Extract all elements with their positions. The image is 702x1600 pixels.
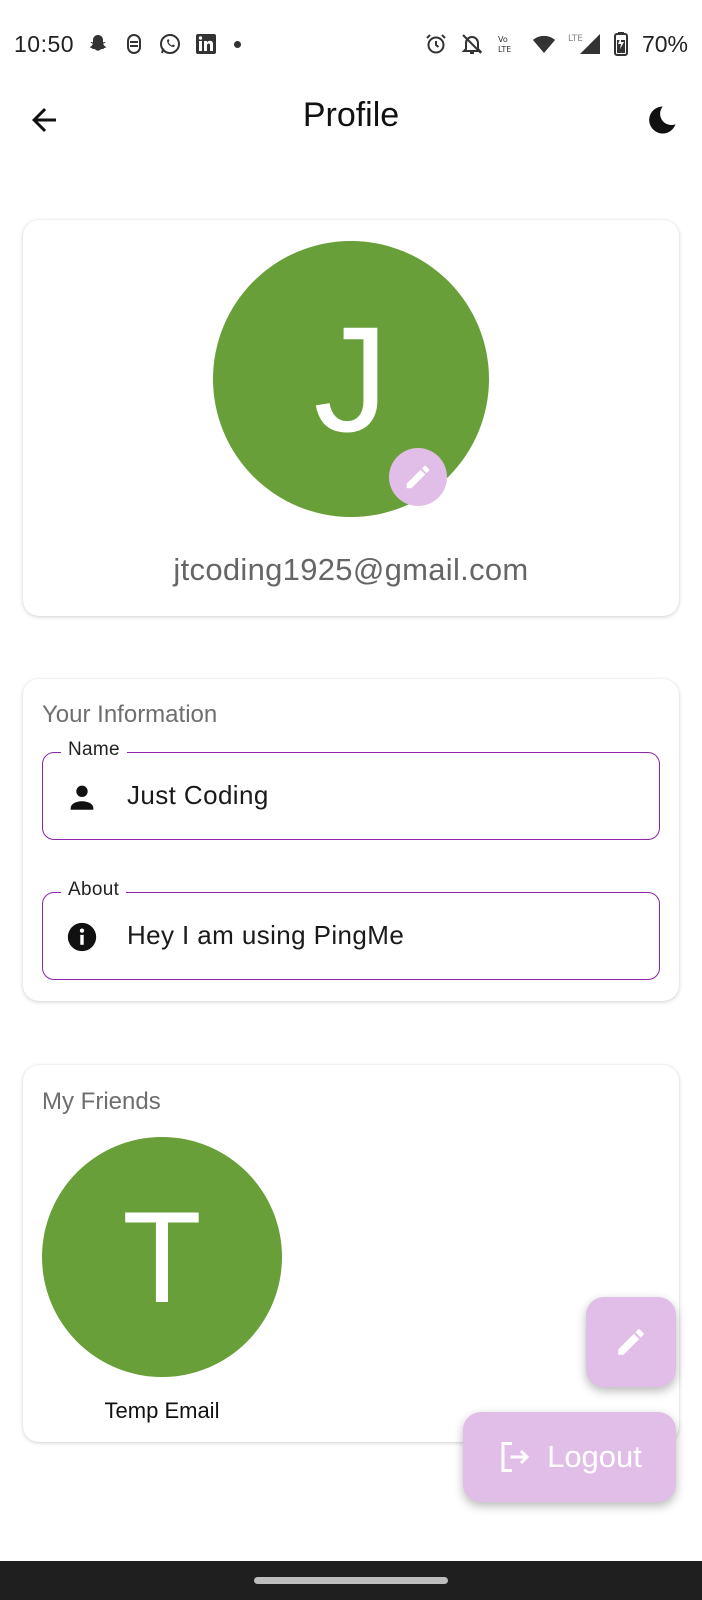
whatsapp-icon [160,34,181,54]
volte-icon: Vo LTE [498,35,511,54]
info-card: Your Information Name Just Coding About … [23,679,679,1001]
network-label: LTE [568,34,583,44]
name-field[interactable]: Name Just Coding [42,739,660,840]
info-icon [67,922,97,952]
profile-screen: 10:50 Vo LTE LTE 70% Profile J jtcoding1… [0,0,702,1600]
about-field-value: Hey I am using PingMe [127,920,405,950]
app-bar: Profile [0,88,702,152]
status-time: 10:50 [14,30,75,57]
battery-icon [613,32,628,56]
friend-name[interactable]: Temp Email [42,1398,282,1424]
edit-profile-fab[interactable] [586,1297,676,1387]
logout-label: Logout [547,1439,642,1474]
about-field-label: About [61,879,127,901]
name-field-label: Name [61,739,127,761]
battery-percentage: 70% [641,30,688,57]
profile-card: J jtcoding1925@gmail.com [23,220,679,616]
edit-avatar-button[interactable] [389,448,447,506]
lte-signal-icon: LTE [568,34,600,54]
logout-icon [501,1442,530,1472]
svg-text:Vo: Vo [498,35,508,44]
profile-avatar[interactable]: J [213,241,489,517]
alarm-icon [426,34,446,54]
person-icon [70,785,94,810]
friend-avatar-initial: T [122,1184,202,1330]
profile-avatar-initial: J [313,294,389,463]
about-field[interactable]: About Hey I am using PingMe [42,879,660,980]
bell-off-icon [461,34,483,54]
friends-card: My Friends T Temp Email [23,1065,679,1442]
name-field-value: Just Coding [127,780,269,810]
wifi-icon [532,35,555,53]
dark-mode-moon-icon[interactable] [644,102,680,138]
snapchat-icon [89,35,107,51]
friends-section-title: My Friends [42,1088,161,1115]
info-section-title: Your Information [42,701,218,728]
system-nav-bar [0,1561,702,1600]
profile-email: jtcoding1925@gmail.com [173,552,529,587]
gesture-handle[interactable] [254,1577,448,1584]
more-notifications-dot-icon [234,40,242,48]
svg-text:LTE: LTE [498,45,511,54]
pencil-icon [618,1329,644,1355]
status-right: Vo LTE LTE 70% [424,31,688,58]
logout-button[interactable]: Logout [463,1412,676,1502]
friend-avatar[interactable]: T [42,1137,282,1377]
pencil-icon [406,465,430,489]
messenger-icon [127,34,142,54]
linkedin-icon [196,34,217,54]
status-left: 10:50 [14,30,242,58]
page-title: Profile [302,96,400,134]
status-bar: 10:50 Vo LTE LTE 70% [0,0,702,88]
